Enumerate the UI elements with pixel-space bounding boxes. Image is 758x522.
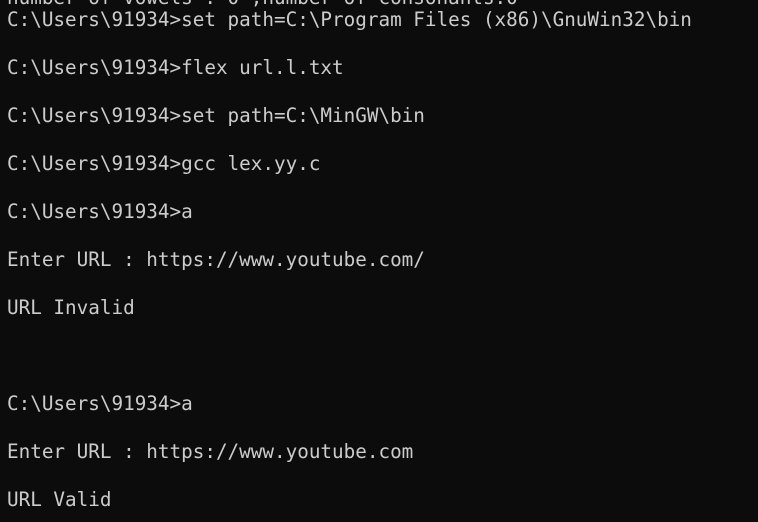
terminal-line: URL Valid <box>7 488 112 511</box>
terminal-line: C:\Users\91934>gcc lex.yy.c <box>7 152 321 175</box>
terminal-line: C:\Users\91934>a <box>7 392 193 415</box>
terminal-line: URL Invalid <box>7 296 135 319</box>
terminal-line: C:\Users\91934>flex url.l.txt <box>7 56 344 79</box>
terminal-line: C:\Users\91934>set path=C:\MinGW\bin <box>7 104 425 127</box>
terminal-line: Enter URL : https://www.youtube.com <box>7 440 414 463</box>
terminal-line: C:\Users\91934>set path=C:\Program Files… <box>7 8 692 31</box>
terminal-line: Enter URL : https://www.youtube.com/ <box>7 248 425 271</box>
terminal-line: C:\Users\91934>a <box>7 200 193 223</box>
terminal-window[interactable]: number of vowels : 0 ,number of consonan… <box>0 0 758 522</box>
